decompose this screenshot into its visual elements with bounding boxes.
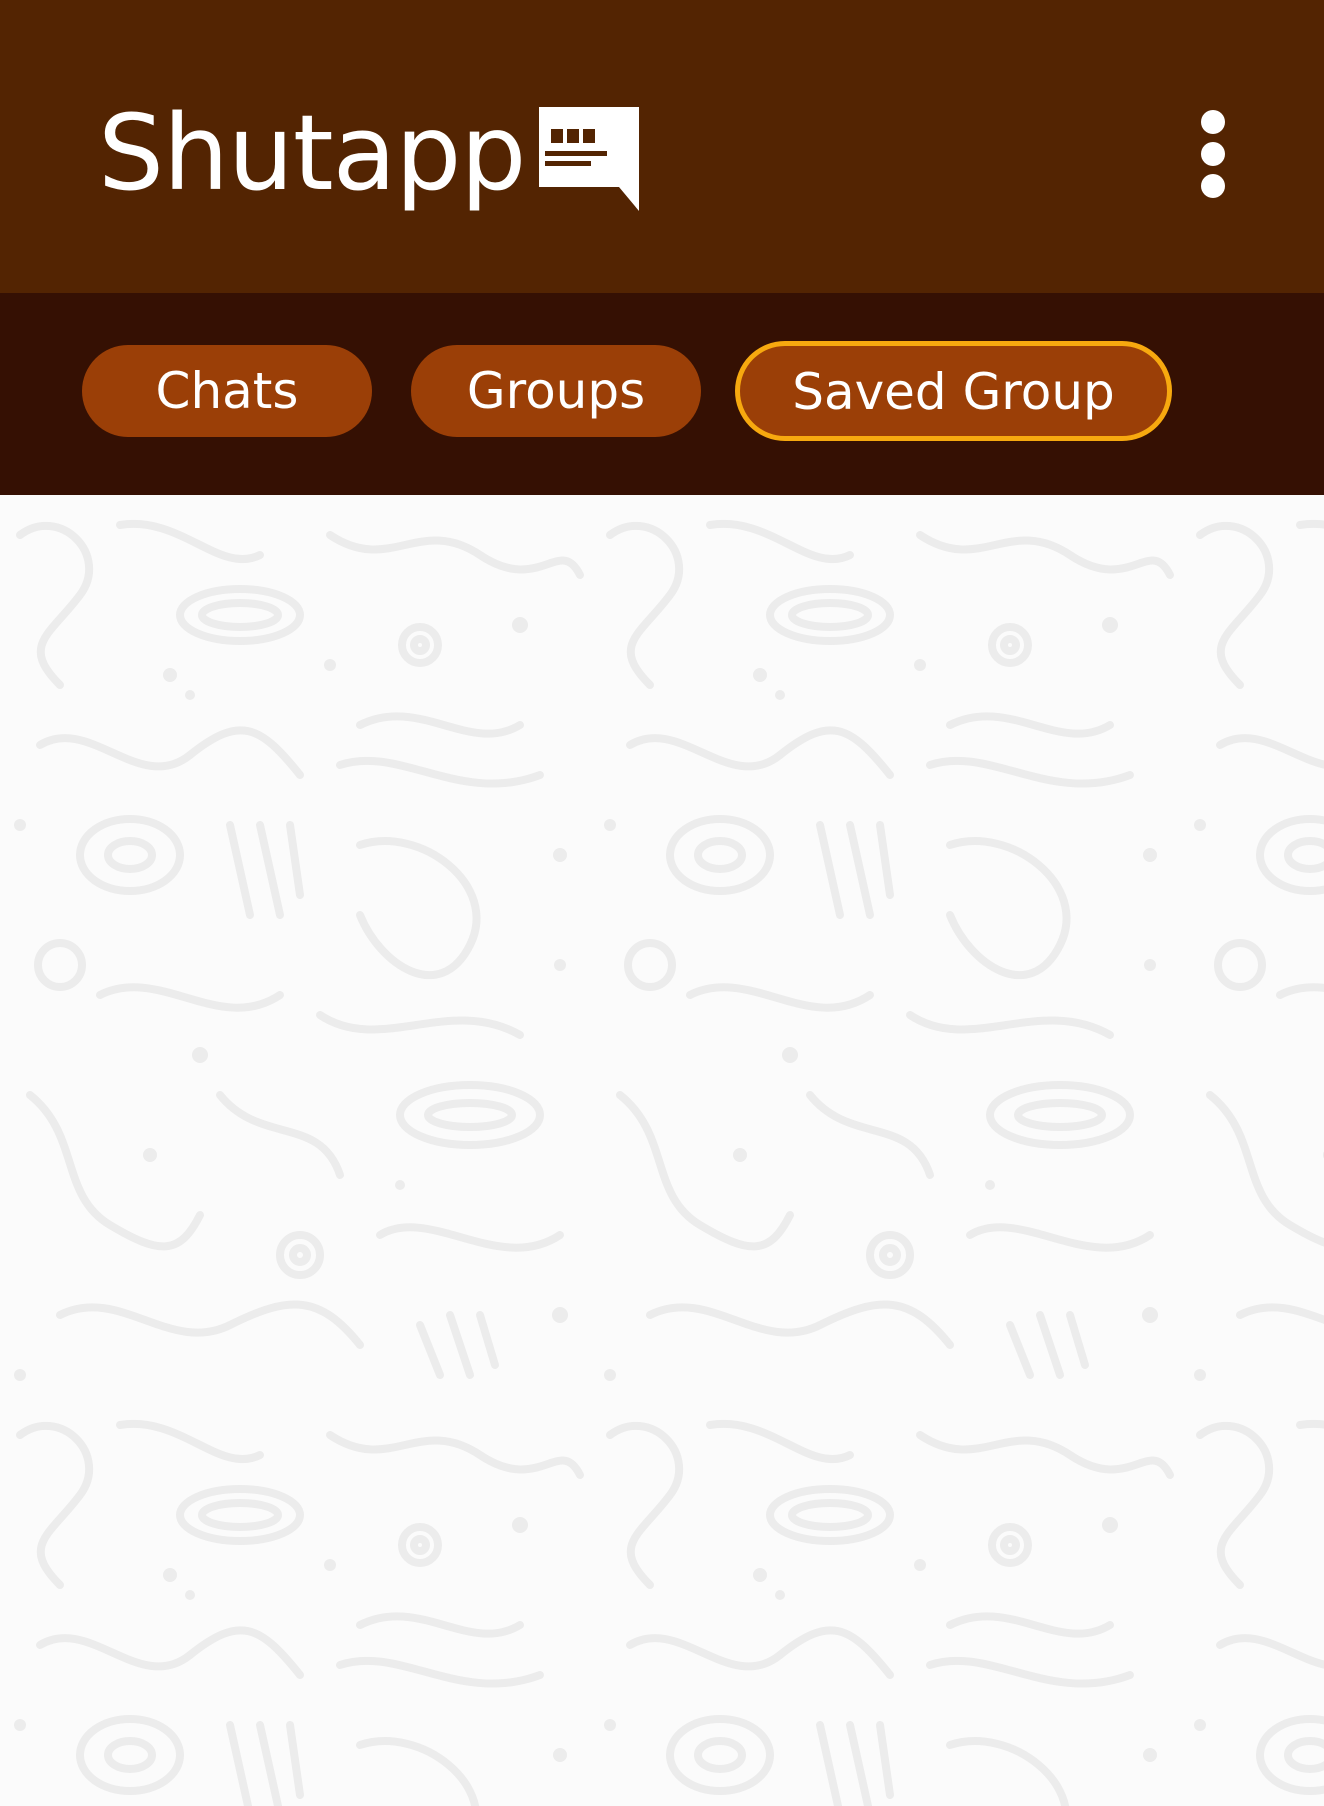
more-options-button[interactable] bbox=[1183, 98, 1243, 210]
tab-saved-group-label: Saved Group bbox=[792, 363, 1115, 421]
tab-groups-label: Groups bbox=[466, 362, 646, 420]
doodle-background-pattern bbox=[0, 495, 1324, 1806]
tab-bar: Chats Groups Saved Group bbox=[0, 293, 1324, 495]
more-vertical-icon bbox=[1201, 110, 1225, 134]
chat-bubble-icon bbox=[539, 107, 639, 211]
tab-saved-group[interactable]: Saved Group bbox=[735, 341, 1172, 441]
content-area bbox=[0, 495, 1324, 1806]
more-vertical-icon-dot bbox=[1201, 142, 1225, 166]
tab-chats-label: Chats bbox=[155, 362, 299, 420]
app-bar: Shutapp bbox=[0, 0, 1324, 293]
more-vertical-icon-dot bbox=[1201, 174, 1225, 198]
tab-groups[interactable]: Groups bbox=[411, 345, 701, 437]
app-screen: Shutapp Chats Groups Saved Group bbox=[0, 0, 1324, 1806]
tab-chats[interactable]: Chats bbox=[82, 345, 372, 437]
app-title: Shutapp bbox=[98, 92, 526, 214]
